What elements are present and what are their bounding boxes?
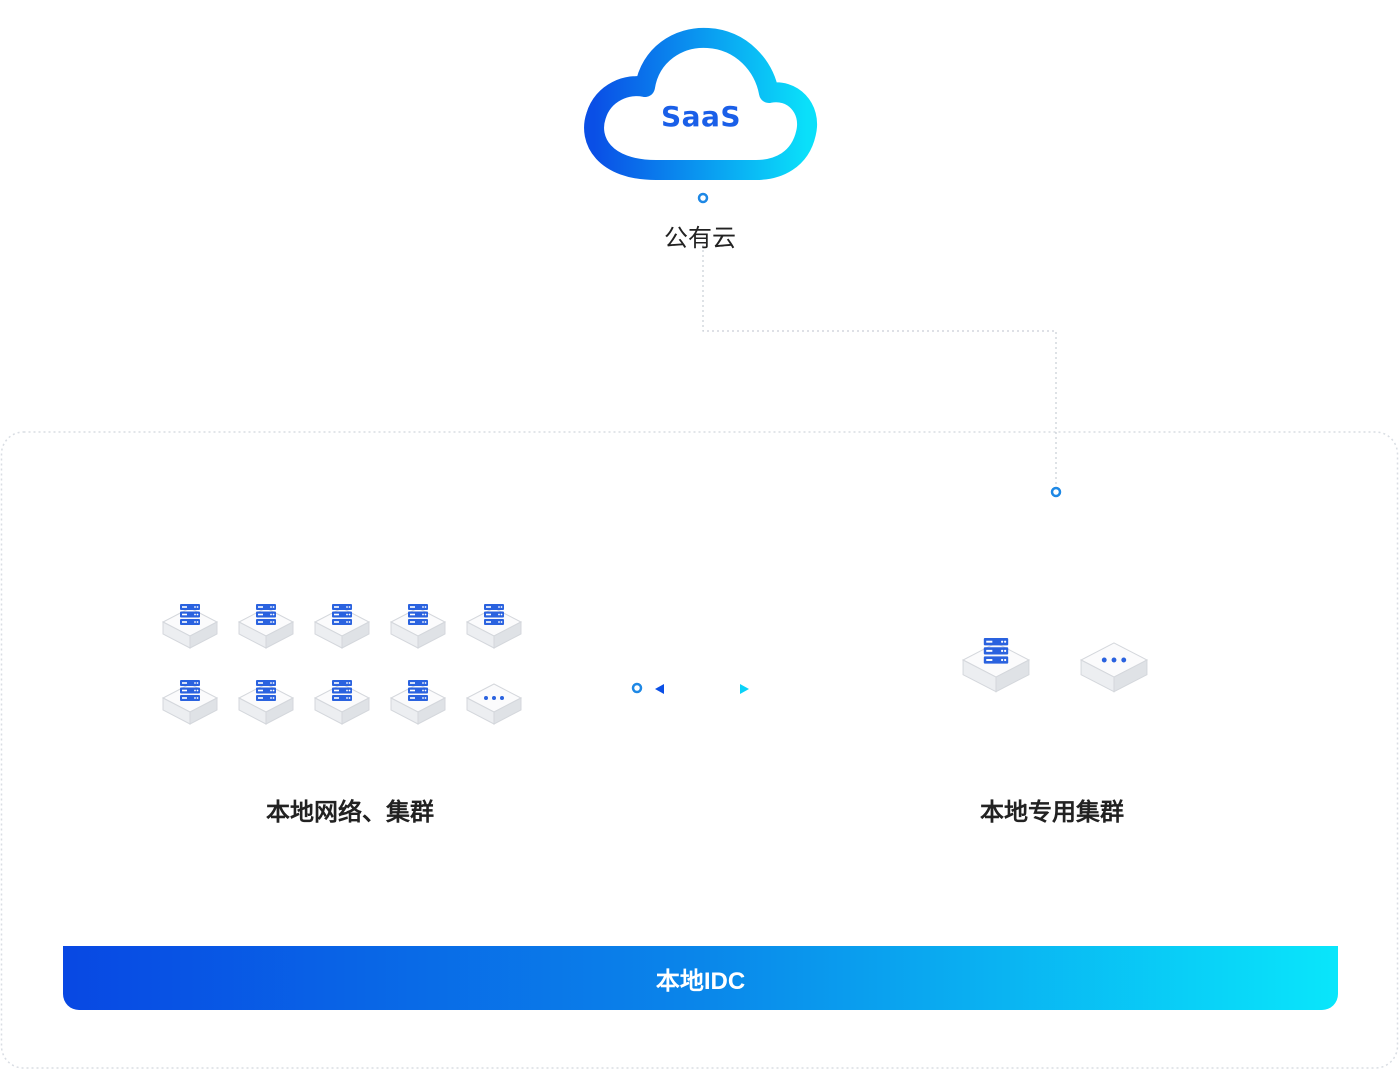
server-icon (389, 680, 447, 725)
cloud-label: 公有云 (664, 225, 736, 252)
local-connector-dot (631, 682, 643, 694)
server-icon (237, 680, 295, 725)
local-network-label: 本地网络、集群 (266, 799, 434, 826)
server-icon (161, 680, 219, 725)
local-idc-bar: 本地IDC (63, 946, 1338, 1010)
server-icon (961, 638, 1031, 693)
server-icon (313, 604, 371, 649)
server-icon (465, 604, 523, 649)
local-idc-label: 本地IDC (655, 967, 746, 995)
cloud-connector-line (702, 245, 1057, 486)
more-servers-icon (1079, 642, 1149, 693)
server-icon (237, 604, 295, 649)
bidirectional-arrow-icon (655, 684, 749, 694)
server-icon (389, 604, 447, 649)
diagram-canvas (0, 27, 1399, 1069)
cloud-title: SaaS (660, 100, 742, 133)
server-icon (161, 604, 219, 649)
server-icon (313, 680, 371, 725)
dedicated-connector-dot (1050, 486, 1062, 498)
dedicated-cluster-label: 本地专用集群 (980, 799, 1124, 826)
cloud-connector-dot (697, 192, 709, 204)
more-servers-icon (465, 683, 523, 725)
